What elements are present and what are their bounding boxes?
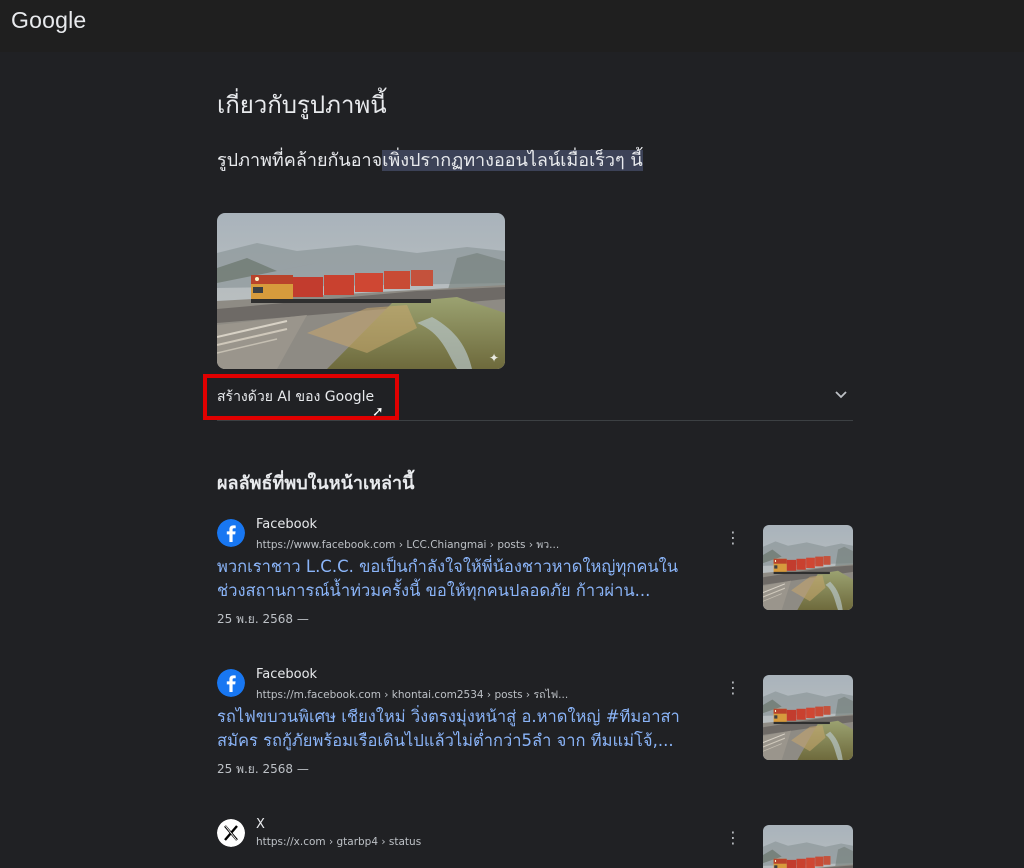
notice-highlight-text: เพิ่งปรากฏทางออนไลน์เมื่อเร็วๆ นี้	[382, 150, 643, 171]
about-this-image-panel: เกี่ยวกับรูปภาพนี้ รูปภาพที่คล้ายกันอาจเ…	[0, 52, 1024, 868]
result-date: 25 พ.ย. 2568 —	[217, 762, 309, 776]
train-image	[217, 213, 505, 369]
page-title: เกี่ยวกับรูปภาพนี้	[217, 91, 387, 119]
ai-sparkle-icon: ✦	[488, 351, 499, 365]
section-divider	[217, 420, 853, 421]
results-heading: ผลลัพธ์ที่พบในหน้าเหล่านี้	[217, 473, 415, 494]
generated-image-preview[interactable]: ✦	[217, 213, 505, 369]
site-url[interactable]: https://x.com › gtarbp4 › status	[256, 836, 421, 848]
x-icon	[217, 819, 245, 847]
more-options-icon[interactable]: ⋮	[725, 830, 741, 851]
result-thumbnail[interactable]	[763, 675, 853, 760]
mouse-cursor-icon: ➚	[372, 404, 384, 420]
train-image	[763, 825, 853, 868]
site-url[interactable]: https://m.facebook.com › khontai.com2534…	[256, 686, 568, 703]
top-bar: Google	[0, 0, 1024, 52]
facebook-icon	[217, 519, 245, 547]
site-name[interactable]: Facebook	[256, 667, 317, 682]
result-title[interactable]: พวกเราชาว L.C.C. ขอเป็นกำลังใจให้พี่น้อง…	[217, 555, 747, 603]
chevron-down-icon[interactable]	[830, 383, 852, 405]
result-item[interactable]: Facebook https://www.facebook.com › LCC.…	[217, 517, 853, 627]
result-date: 25 พ.ย. 2568 —	[217, 612, 309, 626]
google-logo[interactable]: Google	[11, 7, 86, 34]
result-item[interactable]: X https://x.com › gtarbp4 › status ⋮	[217, 817, 853, 868]
train-image	[763, 525, 853, 610]
site-name[interactable]: X	[256, 817, 265, 832]
result-thumbnail[interactable]	[763, 825, 853, 868]
result-title-line[interactable]: สมัคร รถกู้ภัยพร้อมเรือเดินไปแล้วไม่ต่ำก…	[217, 729, 747, 753]
site-url[interactable]: https://www.facebook.com › LCC.Chiangmai…	[256, 536, 559, 553]
result-title-line[interactable]: รถไฟขบวนพิเศษ เชียงใหม่ วิ่งตรงมุ่งหน้าส…	[217, 705, 747, 729]
train-image	[763, 675, 853, 760]
result-title-line[interactable]: พวกเราชาว L.C.C. ขอเป็นกำลังใจให้พี่น้อง…	[217, 555, 747, 579]
more-options-icon[interactable]: ⋮	[725, 530, 741, 551]
similar-images-notice: รูปภาพที่คล้ายกันอาจเพิ่งปรากฏทางออนไลน์…	[217, 145, 643, 174]
more-options-icon[interactable]: ⋮	[725, 680, 741, 701]
site-name[interactable]: Facebook	[256, 517, 317, 532]
result-thumbnail[interactable]	[763, 525, 853, 610]
notice-text: รูปภาพที่คล้ายกันอาจ	[217, 150, 383, 171]
result-title-line[interactable]: ช่วงสถานการณ์น้ำท่วมครั้งนี้ ขอให้ทุกคนป…	[217, 579, 747, 603]
facebook-icon	[217, 669, 245, 697]
result-title[interactable]: รถไฟขบวนพิเศษ เชียงใหม่ วิ่งตรงมุ่งหน้าส…	[217, 705, 747, 753]
result-item[interactable]: Facebook https://m.facebook.com › khonta…	[217, 667, 853, 777]
ai-generated-label[interactable]: สร้างด้วย AI ของ Google	[217, 386, 374, 408]
